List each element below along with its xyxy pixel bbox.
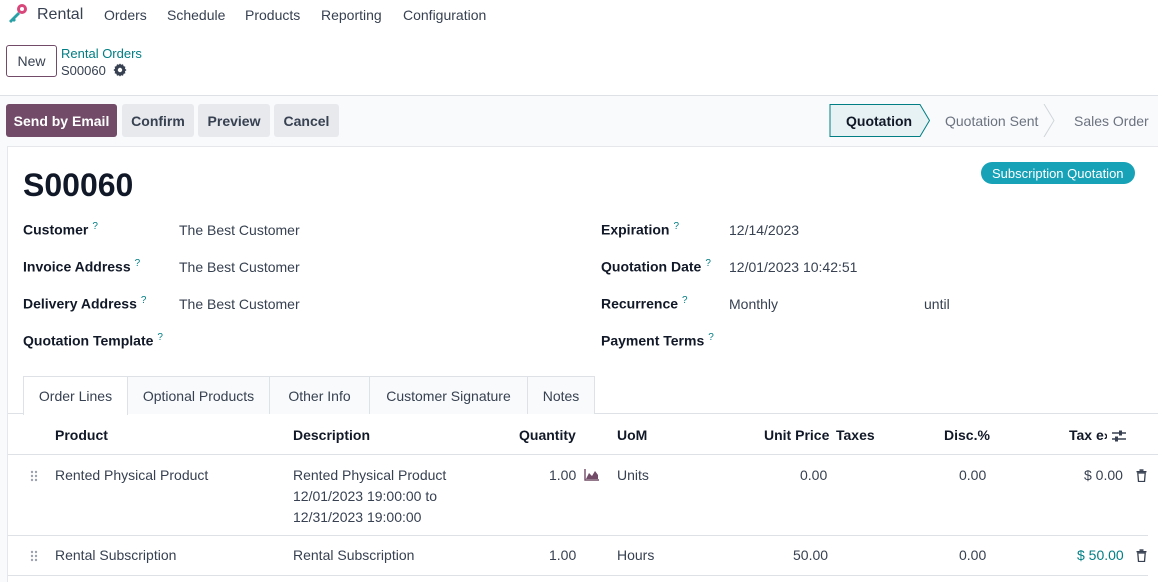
row-unit-price[interactable]: 50.00 (793, 545, 828, 566)
new-button[interactable]: New (6, 45, 57, 77)
subscription-quotation-badge: Subscription Quotation (981, 162, 1135, 184)
tab-optional-products[interactable]: Optional Products (128, 376, 270, 414)
forecast-chart-icon[interactable] (584, 469, 600, 481)
menu-configuration[interactable]: Configuration (403, 7, 486, 23)
send-by-email-button[interactable]: Send by Email (6, 104, 117, 137)
delivery-address-field[interactable]: The Best Customer (179, 296, 300, 312)
top-navbar: Rental Orders Schedule Products Reportin… (0, 0, 1158, 30)
record-title: S00060 (23, 167, 134, 203)
recurrence-field[interactable]: Monthly (729, 296, 778, 312)
menu-orders[interactable]: Orders (104, 7, 147, 23)
col-unit-price[interactable]: Unit Price (764, 427, 829, 443)
col-product[interactable]: Product (55, 427, 108, 443)
delivery-address-label: Delivery Address? (23, 295, 147, 312)
optional-columns-icon[interactable] (1111, 429, 1127, 443)
row-description-line[interactable]: 12/31/2023 19:00:00 (293, 507, 421, 528)
drag-handle-icon[interactable] (30, 550, 38, 562)
row-quantity[interactable]: 1.00 (549, 545, 576, 566)
recurrence-label: Recurrence? (601, 295, 688, 312)
confirm-button[interactable]: Confirm (122, 104, 194, 137)
row-product[interactable]: Rented Physical Product (55, 465, 208, 486)
col-tax-excl[interactable]: Tax e› (1069, 427, 1107, 443)
row-uom[interactable]: Hours (617, 545, 654, 566)
preview-button[interactable]: Preview (198, 104, 270, 137)
row-description-line[interactable]: Rented Physical Product (293, 465, 446, 486)
payment-terms-field[interactable] (729, 333, 1129, 351)
row-description-line[interactable]: 12/01/2023 19:00:00 to (293, 486, 437, 507)
trash-icon[interactable] (1136, 549, 1147, 562)
quotation-date-field[interactable]: 12/01/2023 10:42:51 (729, 259, 857, 275)
breadcrumb-current: S00060 (61, 63, 106, 78)
help-icon[interactable]: ? (708, 332, 714, 343)
table-row[interactable]: Rental Subscription Rental Subscription … (8, 536, 1148, 576)
row-disc[interactable]: 0.00 (959, 465, 986, 486)
invoice-address-field[interactable]: The Best Customer (179, 259, 300, 275)
expiration-label: Expiration? (601, 221, 680, 238)
menu-products[interactable]: Products (245, 7, 300, 23)
status-step-quotation-sent[interactable]: Quotation Sent (945, 104, 1038, 137)
rental-app-icon[interactable] (5, 3, 29, 25)
row-uom[interactable]: Units (617, 465, 649, 486)
order-lines-header: Product Description Quantity UoM Unit Pr… (8, 415, 1158, 455)
customer-field[interactable]: The Best Customer (179, 222, 300, 238)
help-icon[interactable]: ? (135, 258, 141, 269)
tab-other-info[interactable]: Other Info (270, 376, 370, 414)
col-taxes[interactable]: Taxes (836, 427, 875, 443)
quotation-template-label: Quotation Template? (23, 332, 163, 349)
tab-customer-signature[interactable]: Customer Signature (369, 376, 528, 414)
status-separator (1043, 104, 1055, 137)
col-description[interactable]: Description (293, 427, 370, 443)
row-quantity[interactable]: 1.00 (549, 465, 576, 486)
drag-handle-icon[interactable] (30, 470, 38, 482)
help-icon[interactable]: ? (673, 221, 679, 232)
col-quantity[interactable]: Quantity (519, 427, 576, 443)
table-row[interactable]: Rented Physical Product Rented Physical … (8, 455, 1148, 536)
form-sheet: S00060 Subscription Quotation Customer? … (7, 146, 1158, 582)
help-icon[interactable]: ? (141, 295, 147, 306)
gear-icon[interactable] (113, 63, 127, 77)
row-disc[interactable]: 0.00 (959, 545, 986, 566)
row-product[interactable]: Rental Subscription (55, 545, 176, 566)
notebook-tabs: Order Lines Optional Products Other Info… (8, 376, 1158, 415)
row-subtotal: $ 0.00 (1084, 467, 1123, 483)
control-panel: New Rental Orders S00060 (0, 30, 1158, 96)
row-subtotal[interactable]: $ 50.00 (1077, 545, 1124, 566)
trash-icon[interactable] (1136, 469, 1147, 482)
cancel-button[interactable]: Cancel (274, 104, 339, 137)
status-step-sales-order[interactable]: Sales Order (1074, 104, 1149, 137)
recurrence-until-label: until (924, 296, 950, 312)
col-disc[interactable]: Disc.% (944, 427, 990, 443)
customer-label: Customer? (23, 221, 98, 238)
expiration-field[interactable]: 12/14/2023 (729, 222, 799, 238)
quotation-template-field[interactable] (179, 333, 559, 351)
menu-schedule[interactable]: Schedule (167, 7, 225, 23)
tab-notes[interactable]: Notes (528, 376, 595, 414)
app-name[interactable]: Rental (37, 6, 83, 24)
row-unit-price[interactable]: 0.00 (800, 465, 827, 486)
help-icon[interactable]: ? (157, 332, 163, 343)
quotation-date-label: Quotation Date? (601, 258, 711, 275)
row-description-line[interactable]: Rental Subscription (293, 545, 414, 566)
action-bar: Send by Email Confirm Preview Cancel Quo… (0, 96, 1158, 146)
help-icon[interactable]: ? (682, 295, 688, 306)
payment-terms-label: Payment Terms? (601, 332, 714, 349)
col-uom[interactable]: UoM (617, 427, 647, 443)
help-icon[interactable]: ? (92, 221, 98, 232)
help-icon[interactable]: ? (705, 258, 711, 269)
tab-order-lines[interactable]: Order Lines (23, 376, 128, 415)
status-step-quotation[interactable]: Quotation (846, 104, 912, 137)
menu-reporting[interactable]: Reporting (321, 7, 382, 23)
invoice-address-label: Invoice Address? (23, 258, 141, 275)
breadcrumb-rental-orders[interactable]: Rental Orders (61, 46, 142, 61)
